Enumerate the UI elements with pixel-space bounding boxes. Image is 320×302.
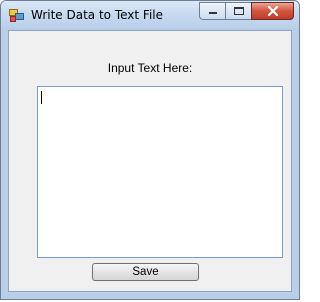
window-title: Write Data to Text File [31, 8, 163, 22]
close-button[interactable] [251, 2, 294, 20]
input-text-label: Input Text Here: [107, 61, 193, 75]
minimize-icon [208, 12, 217, 14]
form-client-area: Input Text Here: Save [8, 30, 292, 292]
caption-buttons [199, 2, 294, 20]
minimize-button[interactable] [199, 2, 225, 20]
save-button[interactable]: Save [92, 263, 199, 281]
maximize-icon [233, 7, 244, 15]
app-window: Write Data to Text File Input Text Here:… [0, 0, 300, 300]
text-caret [41, 91, 42, 104]
title-bar[interactable]: Write Data to Text File [1, 1, 299, 30]
maximize-button[interactable] [225, 2, 251, 20]
close-icon [267, 6, 278, 16]
app-window-icon [9, 9, 24, 22]
text-input-area[interactable] [37, 86, 283, 258]
